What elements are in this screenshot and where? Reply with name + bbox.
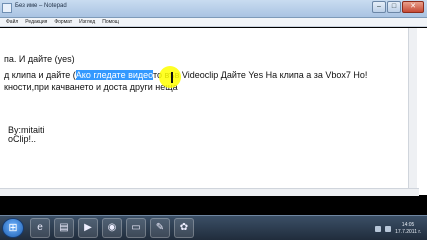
notepad-icon[interactable]: ✎: [150, 218, 170, 238]
text-line-5: oClip!..: [8, 134, 37, 144]
folder-icon[interactable]: ▭: [126, 218, 146, 238]
menu-bar: Файл Редакция Формат Изглед Помощ: [0, 18, 427, 27]
menu-edit[interactable]: Редакция: [25, 18, 47, 26]
volume-icon[interactable]: [385, 226, 392, 232]
menu-view[interactable]: Изглед: [79, 18, 95, 26]
menu-help[interactable]: Помощ: [102, 18, 119, 26]
text-line-3: кности,при качването и доста други неща: [4, 82, 178, 92]
taskbar: ⊞ e ▤ ▶ ◉ ▭ ✎ ✿ 14:05 17.7.2011 г.: [0, 215, 427, 240]
maximize-button[interactable]: □: [387, 1, 401, 13]
network-icon[interactable]: [375, 226, 382, 232]
close-button[interactable]: ✕: [402, 1, 424, 13]
ie-icon[interactable]: e: [30, 218, 50, 238]
media-player-icon[interactable]: ▶: [78, 218, 98, 238]
horizontal-scrollbar[interactable]: [0, 188, 419, 196]
title-bar[interactable]: Без име – Notepad – □ ✕: [0, 0, 427, 18]
text-line-2-after: то във Videoclip Дайте Yes На клипа а за…: [152, 70, 368, 80]
window-title: Без име – Notepad: [15, 3, 67, 9]
notepad-app-icon[interactable]: [2, 3, 12, 13]
menu-file[interactable]: Файл: [6, 18, 18, 26]
text-line-2: д клипа и дайте (Ако гледате видеото във…: [4, 70, 367, 80]
screen: Без име – Notepad – □ ✕ Файл Редакция Фо…: [0, 0, 427, 240]
cursor-highlight: [159, 66, 181, 88]
text-line-1: па. И дайте (yes): [4, 54, 75, 64]
clock-date: 17.7.2011 г.: [395, 229, 421, 235]
clock[interactable]: 14:05 17.7.2011 г.: [395, 222, 421, 236]
text-cursor-icon: [171, 72, 173, 83]
start-button[interactable]: ⊞: [2, 218, 24, 238]
clock-time: 14:05: [401, 222, 415, 228]
system-tray: 14:05 17.7.2011 г.: [375, 219, 421, 239]
menu-format[interactable]: Формат: [54, 18, 72, 26]
firefox-icon[interactable]: ◉: [102, 218, 122, 238]
minimize-button[interactable]: –: [372, 1, 386, 13]
paint-icon[interactable]: ✿: [174, 218, 194, 238]
selected-text[interactable]: Ако гледате видео: [75, 70, 153, 80]
vertical-scrollbar[interactable]: [408, 28, 417, 188]
explorer-icon[interactable]: ▤: [54, 218, 74, 238]
text-line-2-before: д клипа и дайте (: [4, 70, 76, 80]
window-controls: – □ ✕: [372, 1, 424, 14]
